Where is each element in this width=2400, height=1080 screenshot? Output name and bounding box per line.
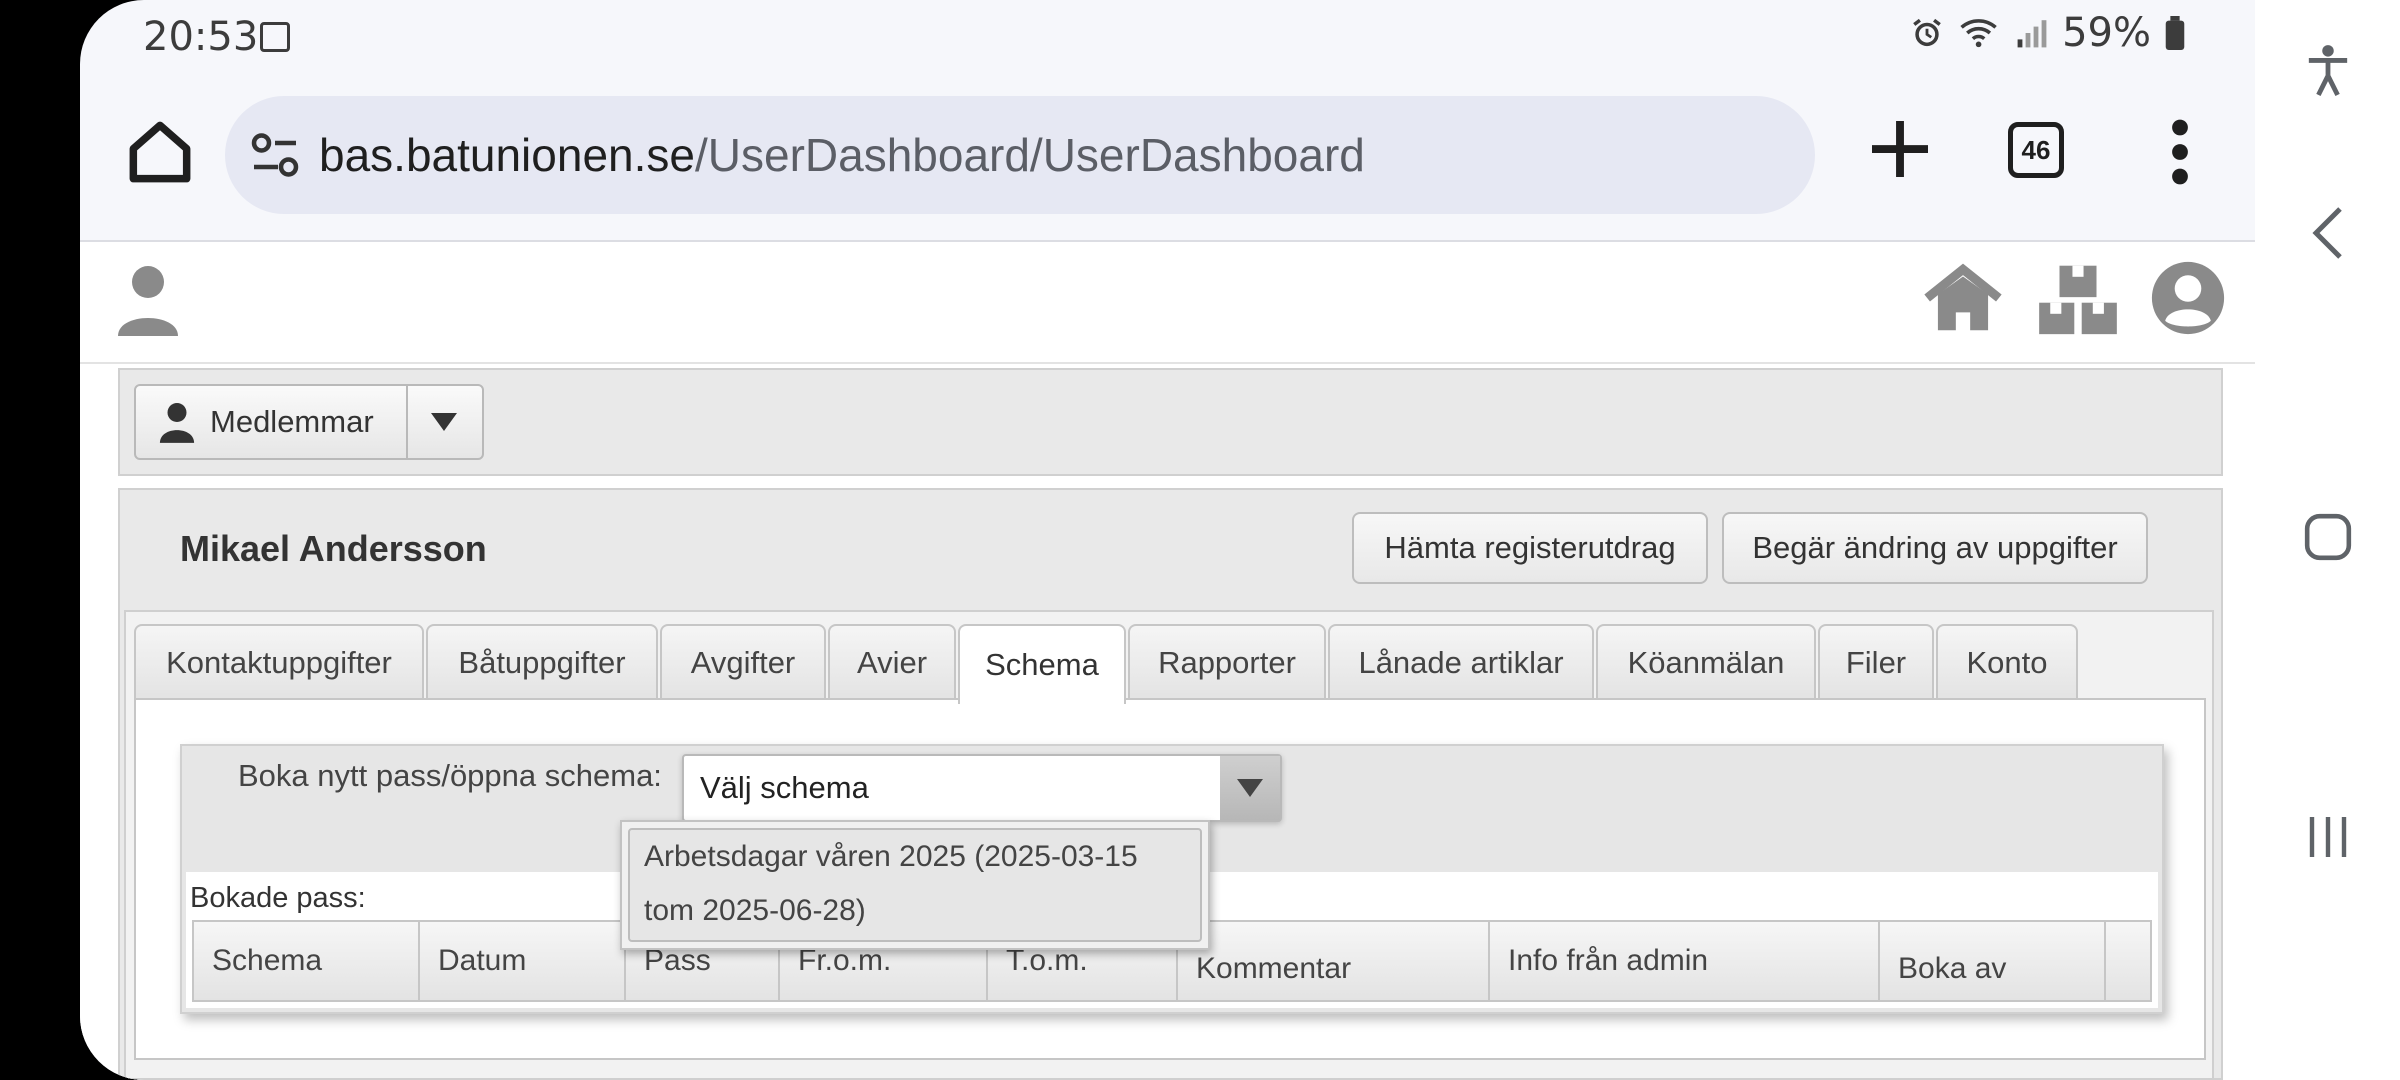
address-bar[interactable]: bas.batunionen.se/UserDashboard/UserDash… xyxy=(225,96,1815,214)
column-header-info-admin[interactable]: Info från admin xyxy=(1490,922,1880,1000)
tab-switcher-button[interactable]: 46 xyxy=(2008,122,2064,178)
home-nav-icon[interactable] xyxy=(1920,262,2006,334)
browser-toolbar: bas.batunionen.se/UserDashboard/UserDash… xyxy=(80,72,2255,242)
member-toolbar: Medlemmar xyxy=(118,368,2223,476)
home-system-icon[interactable] xyxy=(2303,512,2353,562)
url-host: bas.batunionen.se xyxy=(319,129,695,181)
signal-icon xyxy=(2017,20,2047,48)
person-icon xyxy=(159,403,195,443)
user-avatar-icon[interactable] xyxy=(116,264,180,336)
column-header-boka-av[interactable]: Boka av xyxy=(1880,922,2106,1000)
chevron-down-icon[interactable] xyxy=(431,413,457,431)
tab-konto[interactable]: Konto xyxy=(1936,624,2078,700)
members-menu-label: Medlemmar xyxy=(210,404,374,439)
status-bar: 20:53 59% xyxy=(80,0,2255,72)
wifi-icon xyxy=(1960,19,1997,48)
button-divider xyxy=(406,386,408,458)
back-icon[interactable] xyxy=(2311,205,2345,261)
new-tab-icon[interactable] xyxy=(1865,114,1935,184)
tab-rapporter[interactable]: Rapporter xyxy=(1128,624,1326,700)
tab-avier[interactable]: Avier xyxy=(828,624,956,700)
battery-icon xyxy=(2165,16,2185,50)
option-text-line2: tom 2025-06-28) xyxy=(644,894,866,927)
battery-percent: 59% xyxy=(2062,10,2151,56)
tab-batuppgifter[interactable]: Båtuppgifter xyxy=(426,624,658,700)
tab-avgifter[interactable]: Avgifter xyxy=(660,624,826,700)
more-menu-icon[interactable] xyxy=(2165,117,2195,187)
request-change-button[interactable]: Begär ändring av uppgifter xyxy=(1722,512,2148,584)
url-text[interactable]: bas.batunionen.se/UserDashboard/UserDash… xyxy=(319,128,1365,182)
site-settings-icon[interactable] xyxy=(245,125,305,185)
select-arrow-icon[interactable] xyxy=(1220,756,1280,820)
account-circle-icon[interactable] xyxy=(2150,260,2226,336)
status-icons: 59% xyxy=(1910,10,2185,56)
tab-schema[interactable]: Schema xyxy=(958,624,1126,704)
schema-select[interactable]: Välj schema xyxy=(682,754,1282,822)
page-body: Medlemmar Mikael Andersson Hämta registe… xyxy=(80,364,2255,1080)
recents-icon[interactable] xyxy=(2304,812,2352,862)
status-time: 20:53 xyxy=(143,14,259,60)
url-path: /UserDashboard/UserDashboard xyxy=(694,129,1365,181)
phone-screen: 20:53 59% bas.batunionen.se/UserDashboar… xyxy=(80,0,2255,1080)
tab-koanmalan[interactable]: Köanmälan xyxy=(1596,624,1816,700)
schema-select-value: Välj schema xyxy=(700,770,869,805)
booked-shifts-label: Bokade pass: xyxy=(190,882,366,914)
profile-panel: Mikael Andersson Hämta registerutdrag Be… xyxy=(118,488,2223,1080)
schema-option-arbetsdagar[interactable]: Arbetsdagar våren 2025 (2025-03-15 tom 2… xyxy=(628,828,1202,942)
site-header xyxy=(80,242,2255,364)
option-text-line1: Arbetsdagar våren 2025 (2025-03-15 xyxy=(644,840,1138,873)
tab-filer[interactable]: Filer xyxy=(1818,624,1934,700)
members-menu-button[interactable]: Medlemmar xyxy=(134,384,484,460)
column-header-kommentar[interactable]: Kommentar xyxy=(1178,922,1490,1000)
tab-lanade-artiklar[interactable]: Lånade artiklar xyxy=(1328,624,1594,700)
tab-kontaktuppgifter[interactable]: Kontaktuppgifter xyxy=(134,624,424,700)
accessibility-icon[interactable] xyxy=(2305,42,2351,98)
image-notification-icon xyxy=(260,22,290,52)
column-header-extra xyxy=(2106,922,2150,1000)
get-register-extract-button[interactable]: Hämta registerutdrag xyxy=(1352,512,1708,584)
column-header-schema[interactable]: Schema xyxy=(194,922,420,1000)
alarm-icon xyxy=(1913,18,1941,47)
home-icon[interactable] xyxy=(120,112,200,192)
book-shift-label: Boka nytt pass/öppna schema: xyxy=(238,758,662,793)
schema-options-list: Arbetsdagar våren 2025 (2025-03-15 tom 2… xyxy=(620,820,1210,950)
column-header-datum[interactable]: Datum xyxy=(420,922,626,1000)
system-nav-bar xyxy=(2255,0,2400,1080)
boxes-icon[interactable] xyxy=(2037,262,2119,336)
member-name: Mikael Andersson xyxy=(180,528,487,569)
